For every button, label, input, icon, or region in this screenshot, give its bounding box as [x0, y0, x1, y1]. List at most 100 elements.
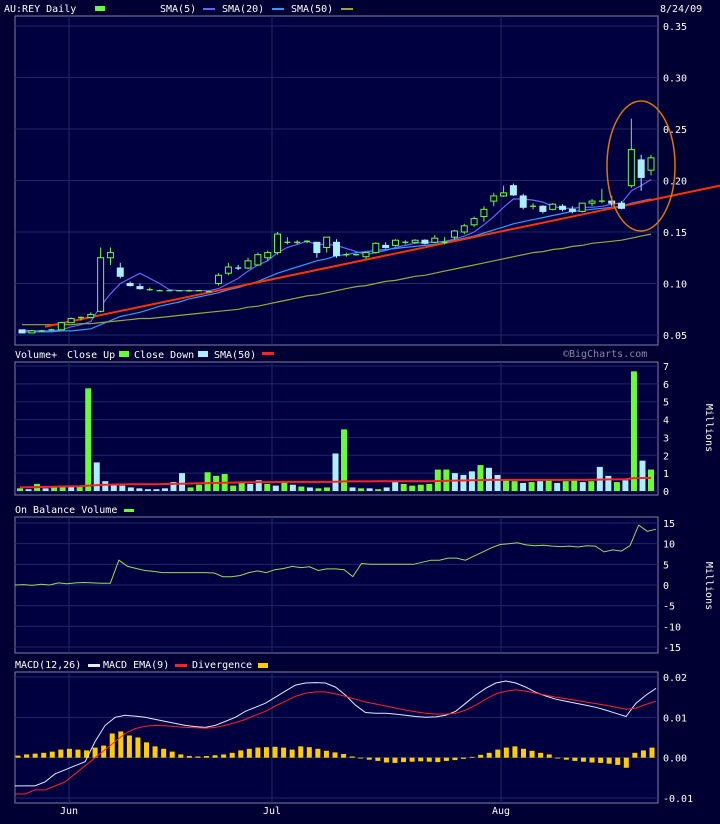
divergence-bar: [503, 747, 509, 758]
candle-body: [460, 225, 468, 233]
volume-bar: [230, 485, 237, 491]
divergence-bar: [212, 755, 218, 758]
divergence-bar: [426, 757, 432, 762]
obv-panel: -15 -10 -5 0 5 10 15 On Balance Volume Million…: [14, 505, 714, 654]
volume-tick-label: 0: [663, 487, 669, 498]
volume-panel: 0 1 2 3 4 5 6 7 Volume+ Close Up Close Down SMA…: [14, 349, 714, 498]
divergence-bar: [640, 750, 646, 758]
volume-bar: [323, 487, 330, 491]
divergence-bar: [538, 752, 544, 758]
divergence-bar: [435, 757, 441, 763]
divergence-bar: [58, 749, 64, 758]
divergence-bar: [32, 753, 38, 758]
price-panel: 0.050.100.150.200.250.300.35 AU:REY Dail…: [4, 4, 720, 346]
legend-macd-ema-label: MACD EMA(9): [103, 660, 169, 671]
legend-sma5-swatch: [203, 8, 215, 10]
legend-sma20-swatch: [272, 8, 284, 10]
volume-bar: [358, 488, 365, 491]
candle-body: [382, 244, 390, 248]
legend-obv-swatch: [124, 509, 134, 512]
obv-unit-label: Millions: [703, 562, 714, 610]
volume-unit-label: Millions: [703, 404, 714, 452]
x-tick-label: Jun: [60, 806, 78, 817]
symbol-label: AU:REY Daily: [4, 4, 76, 15]
legend-close-down-swatch: [198, 351, 208, 357]
obv-tick-label: 10: [663, 540, 675, 551]
volume-bar: [127, 487, 134, 491]
candle-body: [549, 203, 557, 210]
volume-bar: [306, 487, 313, 491]
price-tick-label: 0.15: [663, 228, 687, 239]
volume-bar: [648, 469, 654, 491]
obv-tick-label: -15: [663, 643, 681, 654]
volume-bar: [503, 480, 510, 491]
volume-tick-label: 5: [663, 398, 669, 409]
candle-body: [539, 205, 547, 212]
volume-bar: [289, 484, 296, 491]
divergence-bar: [461, 757, 467, 759]
divergence-bar: [495, 749, 501, 758]
candle-body: [372, 242, 380, 254]
candle-body: [618, 202, 626, 209]
volume-bar: [85, 388, 92, 491]
candle-body: [470, 218, 478, 226]
volume-bar: [630, 371, 637, 491]
divergence-bar: [606, 757, 612, 764]
candle-body: [391, 239, 399, 246]
divergence-bar: [178, 754, 184, 758]
volume-bar: [571, 480, 578, 491]
volume-bar: [537, 481, 544, 491]
divergence-bar: [563, 757, 569, 760]
divergence-bar: [486, 752, 492, 758]
volume-tick-label: 2: [663, 451, 669, 462]
candle-body: [637, 159, 645, 178]
legend-sma20-label: SMA(20): [222, 4, 264, 15]
legend-divergence-label: Divergence: [192, 660, 252, 671]
volume-bar: [511, 481, 518, 491]
divergence-bar: [649, 747, 655, 758]
volume-bar: [204, 472, 211, 491]
divergence-bar: [24, 754, 30, 758]
divergence-bar: [452, 757, 458, 761]
volume-bar: [349, 487, 356, 491]
divergence-bar: [392, 757, 398, 763]
divergence-bar: [41, 752, 47, 758]
symbol-swatch: [95, 6, 105, 11]
candle-body: [647, 157, 655, 171]
legend-macd-ema-swatch: [175, 664, 187, 667]
volume-bar: [187, 487, 194, 491]
legend-close-down-label: Close Down: [134, 350, 194, 361]
divergence-bar: [512, 746, 518, 758]
obv-tick-label: -10: [663, 622, 681, 633]
volume-bar: [25, 489, 32, 491]
price-tick-label: 0.25: [663, 125, 687, 136]
macd-tick-label: 0.02: [663, 673, 687, 684]
divergence-bar: [580, 757, 586, 762]
divergence-bar: [203, 756, 209, 758]
volume-bar: [102, 481, 109, 491]
stock-chart: 0.050.100.150.200.250.300.35 AU:REY Dail…: [0, 0, 720, 820]
divergence-bar: [144, 742, 150, 758]
macd-tick-label: 0.00: [663, 754, 687, 765]
volume-bar: [136, 488, 143, 491]
divergence-bar: [323, 750, 329, 758]
divergence-bar: [598, 757, 604, 763]
candle-body: [87, 313, 95, 318]
divergence-bar: [520, 748, 526, 758]
volume-bar: [639, 460, 646, 491]
volume-bar: [238, 482, 245, 491]
candle-body: [67, 318, 75, 324]
divergence-bar: [589, 757, 595, 763]
divergence-bar: [169, 751, 175, 758]
price-tick-label: 0.10: [663, 280, 687, 291]
legend-sma50-swatch: [341, 8, 353, 10]
volume-bar: [494, 474, 501, 491]
obv-legend: On Balance Volume: [15, 505, 134, 516]
divergence-bar: [135, 737, 141, 758]
volume-bar: [281, 482, 288, 491]
legend-close-up-swatch: [119, 351, 129, 357]
candle-body: [411, 239, 419, 243]
legend-macd-swatch: [88, 664, 100, 667]
divergence-bar: [409, 757, 415, 762]
obv-tick-label: -5: [663, 602, 675, 613]
